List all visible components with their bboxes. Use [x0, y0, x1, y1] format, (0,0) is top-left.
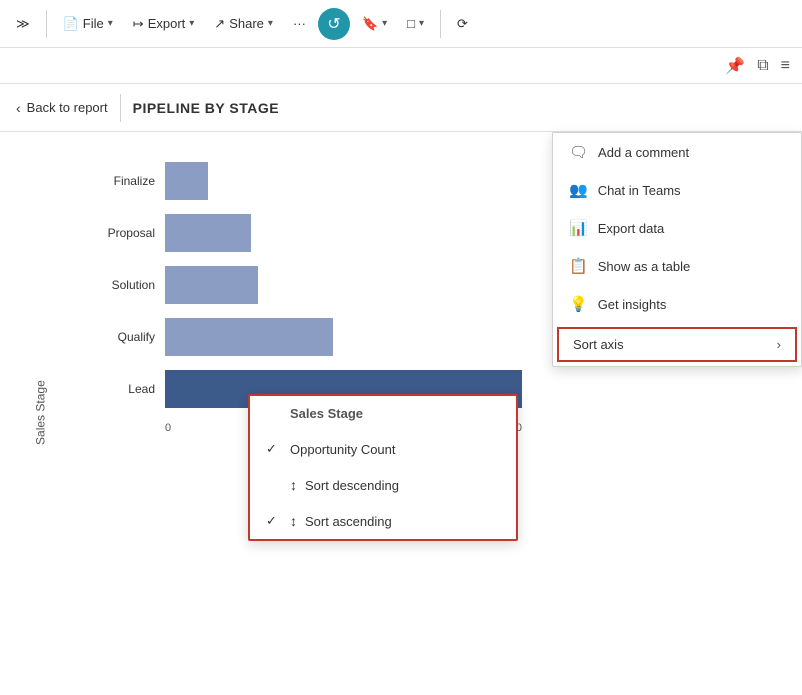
sort-menu: Sales Stage ✓ Opportunity Count ↕ Sort d… [248, 394, 518, 541]
report-title: PIPELINE BY STAGE [133, 100, 279, 116]
share-button[interactable]: ↗ Share ▾ [206, 12, 281, 36]
table-row: Proposal [100, 214, 522, 252]
pin-icon[interactable]: 📌 [725, 56, 745, 76]
insights-icon: 💡 [569, 295, 588, 313]
chat-teams-label: Chat in Teams [598, 183, 681, 198]
bar-label-proposal: Proposal [100, 226, 165, 240]
menu-export-data[interactable]: 📊 Export data [553, 209, 801, 247]
bookmark-chevron-icon: ▾ [382, 18, 387, 29]
show-table-label: Show as a table [598, 259, 691, 274]
sort-axis-label: Sort axis [573, 337, 767, 352]
sort-menu-descending[interactable]: ↕ Sort descending [250, 467, 516, 503]
sort-menu-title: Sales Stage [290, 406, 363, 421]
sub-toolbar: 📌 ⧉ ≡ [0, 48, 802, 84]
refresh-button[interactable]: ↺ [318, 8, 350, 40]
y-axis-label: Sales Stage [33, 380, 47, 445]
expand-icon: ≫ [16, 16, 30, 32]
comment-icon: 🗨 [569, 143, 588, 161]
view-icon: □ [407, 16, 415, 31]
bookmark-button[interactable]: 🔖 ▾ [354, 12, 395, 36]
file-doc-icon: 📄 [63, 16, 79, 32]
menu-sort-axis[interactable]: Sort axis › [557, 327, 797, 362]
export-data-label: Export data [598, 221, 665, 236]
menu-show-table[interactable]: 📋 Show as a table [553, 247, 801, 285]
sort-menu-opportunity-count[interactable]: ✓ Opportunity Count [250, 431, 516, 467]
reload-button[interactable]: ⟳ [449, 12, 476, 36]
sort-axis-chevron-icon: › [777, 337, 781, 352]
share-icon: ↗ [214, 16, 225, 32]
more-icon: ··· [293, 16, 306, 31]
sort-opportunity-label: Opportunity Count [290, 442, 396, 457]
refresh-icon: ↺ [327, 14, 340, 34]
toolbar-divider-2 [440, 10, 441, 38]
sort-ascending-label: Sort ascending [305, 514, 392, 529]
bar-fill-finalize [165, 162, 208, 200]
bar-label-lead: Lead [100, 382, 165, 396]
main-content: Sales Stage Finalize Proposal Solution [0, 132, 802, 695]
sort-asc-icon: ↕ [290, 513, 297, 529]
sort-menu-header: Sales Stage [250, 396, 516, 431]
bar-label-finalize: Finalize [100, 174, 165, 188]
back-chevron-icon: ‹ [16, 100, 21, 116]
sort-descending-label: Sort descending [305, 478, 399, 493]
bar-fill-proposal [165, 214, 251, 252]
export-icon: ↦ [133, 16, 144, 32]
export-chevron-icon: ▾ [189, 18, 194, 29]
menu-get-insights[interactable]: 💡 Get insights [553, 285, 801, 323]
file-label: File [83, 16, 104, 31]
expand-button[interactable]: ≫ [8, 12, 38, 36]
copy-icon[interactable]: ⧉ [757, 57, 768, 75]
sort-menu-ascending[interactable]: ✓ ↕ Sort ascending [250, 503, 516, 539]
table-row: Solution [100, 266, 522, 304]
table-row: Finalize [100, 162, 522, 200]
teams-icon: 👥 [569, 181, 588, 199]
file-chevron-icon: ▾ [108, 18, 113, 29]
table-row: Qualify [100, 318, 522, 356]
get-insights-label: Get insights [598, 297, 667, 312]
bar-fill-qualify [165, 318, 333, 356]
back-label: Back to report [27, 100, 108, 115]
file-button[interactable]: 📄 File ▾ [55, 12, 121, 36]
toolbar-divider-1 [46, 10, 47, 38]
menu-chat-teams[interactable]: 👥 Chat in Teams [553, 171, 801, 209]
view-chevron-icon: ▾ [419, 18, 424, 29]
view-button[interactable]: □ ▾ [399, 12, 432, 35]
report-header: ‹ Back to report PIPELINE BY STAGE [0, 84, 802, 132]
share-label: Share [229, 16, 264, 31]
sort-check-opportunity: ✓ [266, 441, 282, 457]
menu-add-comment[interactable]: 🗨 Add a comment [553, 133, 801, 171]
share-chevron-icon: ▾ [268, 18, 273, 29]
back-to-report-button[interactable]: ‹ Back to report [16, 100, 108, 116]
add-comment-label: Add a comment [598, 145, 689, 160]
sort-desc-icon: ↕ [290, 477, 297, 493]
export-button[interactable]: ↦ Export ▾ [125, 12, 203, 36]
bar-label-solution: Solution [100, 278, 165, 292]
more-options-icon[interactable]: ≡ [781, 57, 790, 75]
table-icon: 📋 [569, 257, 588, 275]
bar-track-finalize [165, 162, 522, 200]
sort-check-asc: ✓ [266, 513, 282, 529]
bookmark-icon: 🔖 [362, 16, 378, 32]
bar-fill-solution [165, 266, 258, 304]
bar-track-proposal [165, 214, 522, 252]
main-toolbar: ≫ 📄 File ▾ ↦ Export ▾ ↗ Share ▾ ··· ↺ 🔖 … [0, 0, 802, 48]
header-divider [120, 94, 121, 122]
right-context-menu: 🗨 Add a comment 👥 Chat in Teams 📊 Export… [552, 132, 802, 367]
bar-track-solution [165, 266, 522, 304]
more-button[interactable]: ··· [285, 12, 314, 35]
reload-icon: ⟳ [457, 16, 468, 32]
bar-label-qualify: Qualify [100, 330, 165, 344]
export-data-icon: 📊 [569, 219, 588, 237]
x-tick-0: 0 [165, 422, 171, 434]
bar-track-qualify [165, 318, 522, 356]
export-label: Export [148, 16, 186, 31]
